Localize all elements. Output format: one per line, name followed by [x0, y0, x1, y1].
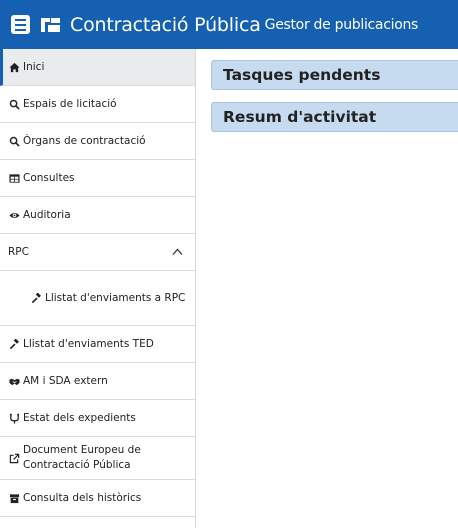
main-content: Tasques pendents Resum d'activitat	[196, 49, 458, 528]
sidebar-item-label: Espais de licitació	[23, 98, 117, 110]
sidebar-item-label: Estat dels expedients	[23, 412, 136, 424]
tree-icon	[8, 412, 20, 424]
sidebar-item-consulta-historics[interactable]: Consulta dels històrics	[0, 480, 195, 517]
sidebar-item-label: Document Europeu de Contractació Pública	[23, 444, 141, 471]
panel-title: Resum d'activitat	[223, 108, 377, 126]
sidebar-item-consultes[interactable]: Consultes	[0, 160, 195, 197]
handshake-icon	[8, 375, 20, 387]
sidebar-item-label: Consulta dels històrics	[23, 492, 142, 504]
search-icon	[8, 98, 20, 110]
sidebar-item-label: AM i SDA extern	[23, 375, 108, 387]
home-icon	[8, 61, 20, 73]
sidebar-item-label: Òrgans de contractació	[23, 135, 146, 147]
sidebar-item-inici[interactable]: Inici	[0, 49, 195, 86]
sidebar-item-auditoria[interactable]: Auditoria	[0, 197, 195, 234]
gavel-icon	[30, 292, 42, 304]
sidebar-item-label: Llistat d'enviaments a RPC	[45, 291, 186, 304]
sidebar: Inici Espais de licitació Òrgans de cont…	[0, 49, 196, 528]
sidebar-item-label: RPC	[8, 246, 29, 258]
app-title: Contractació Pública	[70, 13, 261, 36]
sidebar-item-enviaments-ted[interactable]: Llistat d'enviaments TED	[0, 326, 195, 363]
app-header: Contractació Pública Gestor de publicaci…	[0, 0, 458, 49]
sidebar-item-estat-expedients[interactable]: Estat dels expedients	[0, 400, 195, 437]
app-logo[interactable]	[39, 15, 62, 35]
app-subtitle: Gestor de publicacions	[264, 16, 419, 33]
sidebar-item-label: Inici	[23, 61, 45, 73]
table-icon	[8, 172, 20, 184]
sidebar-item-label: Auditoria	[23, 209, 71, 221]
panel-resum-activitat[interactable]: Resum d'activitat	[211, 102, 458, 132]
sidebar-item-label: Llistat d'enviaments TED	[23, 338, 154, 350]
sidebar-item-document-europeu[interactable]: Document Europeu de Contractació Pública	[0, 437, 195, 480]
chevron-up-icon[interactable]	[171, 246, 183, 258]
sidebar-item-rpc[interactable]: RPC	[0, 234, 195, 271]
sidebar-item-organs-contractacio[interactable]: Òrgans de contractació	[0, 123, 195, 160]
panel-title: Tasques pendents	[223, 66, 381, 84]
panel-tasques-pendents[interactable]: Tasques pendents	[211, 60, 458, 90]
external-link-icon	[8, 452, 20, 464]
sidebar-item-espais-licitacio[interactable]: Espais de licitació	[0, 86, 195, 123]
gavel-icon	[8, 338, 20, 350]
sidebar-subitem-enviaments-rpc[interactable]: Llistat d'enviaments a RPC	[0, 271, 195, 326]
sidebar-item-am-sda-extern[interactable]: AM i SDA extern	[0, 363, 195, 400]
archive-icon	[8, 492, 20, 504]
search-icon	[8, 135, 20, 147]
menu-toggle-button[interactable]	[11, 15, 30, 34]
sidebar-item-label: Consultes	[23, 172, 75, 184]
eye-icon	[8, 209, 20, 221]
